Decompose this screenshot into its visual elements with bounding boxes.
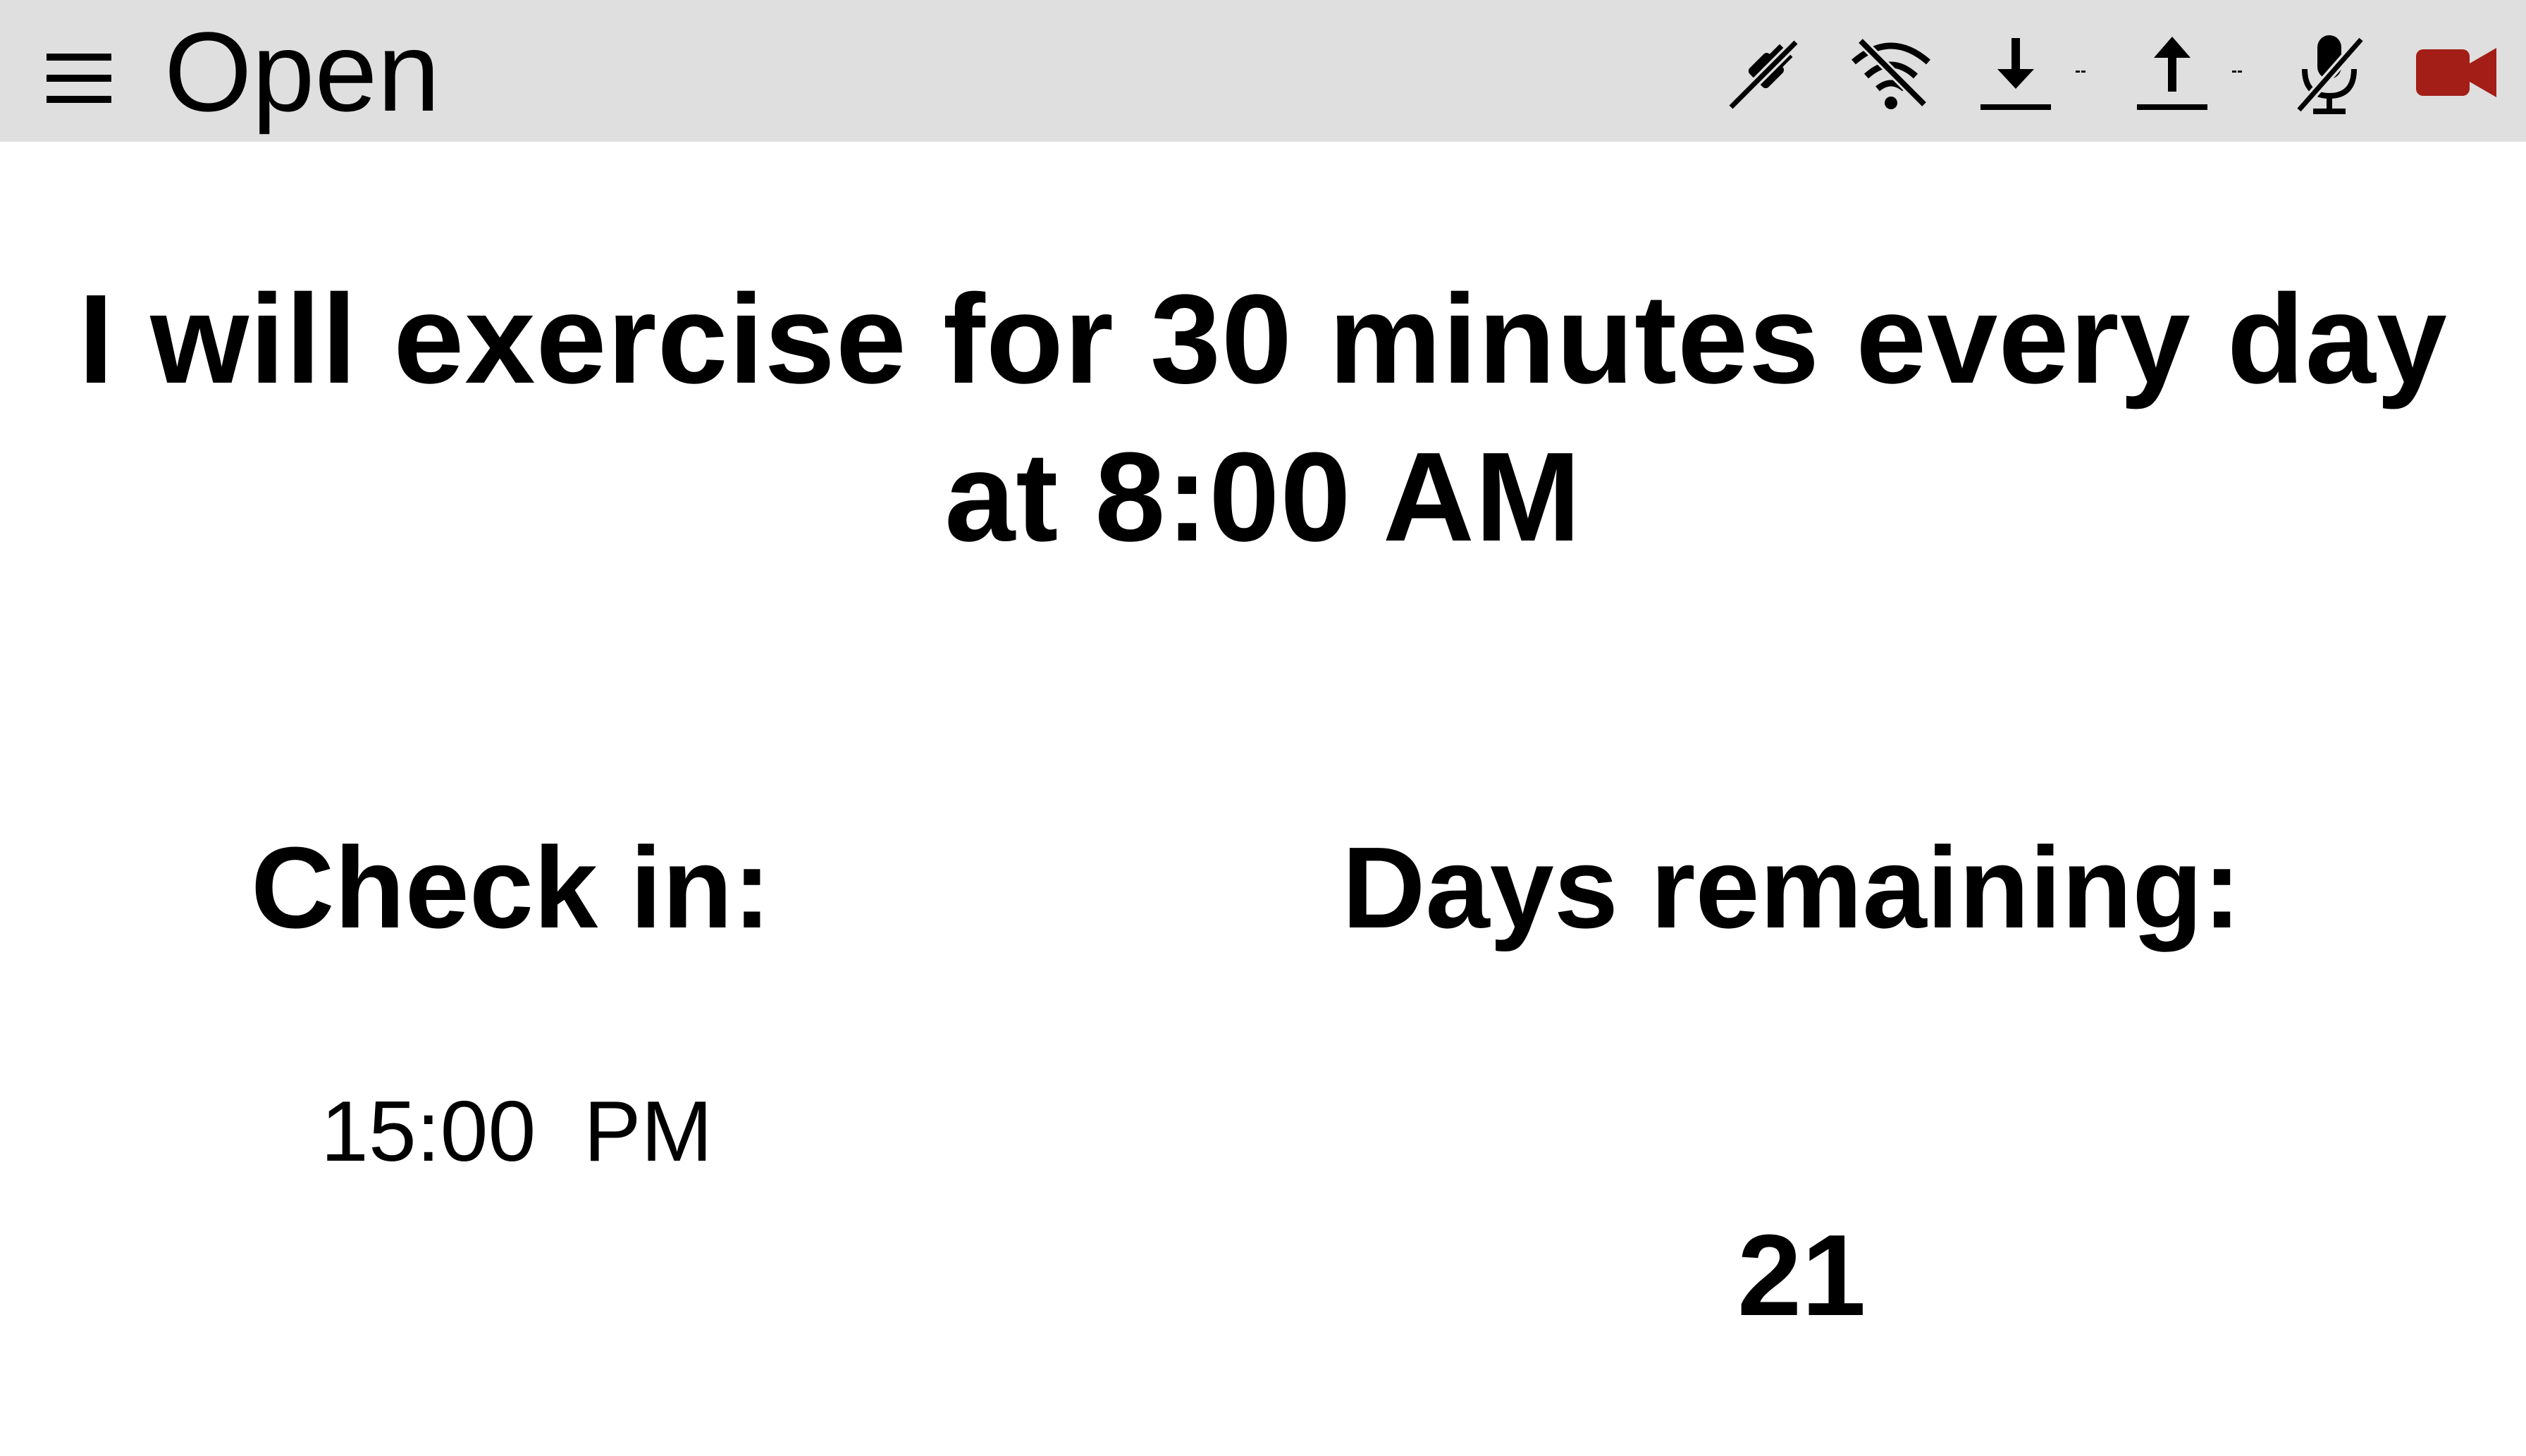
hamburger-menu-icon — [47, 54, 111, 103]
download-status[interactable] — [1971, 28, 2062, 120]
upload-rate: -- — [2231, 61, 2243, 80]
plug-disconnected-icon — [1727, 39, 1799, 111]
checkin-time-input[interactable]: 15:00 PM — [321, 1078, 713, 1184]
days-remaining-value: 21 — [1737, 1211, 1866, 1340]
wifi-status[interactable] — [1845, 28, 1937, 120]
microphone-status[interactable] — [2284, 28, 2375, 120]
goal-line-2: at 8:00 AM — [944, 426, 1582, 568]
goal-line-1: I will exercise for 30 minutes every day — [78, 269, 2448, 410]
microphone-muted-icon — [2295, 35, 2365, 114]
days-remaining-title: Days remaining: — [1342, 823, 2241, 952]
connection-status[interactable] — [1717, 28, 1809, 120]
open-button[interactable]: Open — [164, 8, 440, 135]
download-rate: -- — [2075, 61, 2086, 80]
video-camera-icon — [2416, 48, 2496, 97]
camera-status[interactable] — [2410, 28, 2502, 120]
download-arrow-icon — [1980, 38, 2051, 110]
top-bar: Open -- -- — [0, 0, 2526, 142]
wifi-off-icon — [1852, 37, 1930, 109]
goal-statement: I will exercise for 30 minutes every day… — [0, 261, 2526, 576]
upload-status[interactable] — [2127, 28, 2219, 120]
menu-button[interactable] — [37, 34, 121, 118]
upload-arrow-icon — [2137, 37, 2207, 110]
checkin-title: Check in: — [251, 823, 772, 952]
